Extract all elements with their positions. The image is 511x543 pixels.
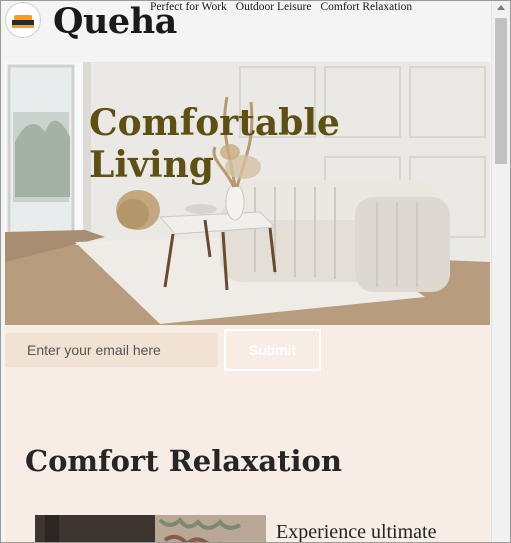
scroll-up-arrow-icon[interactable]	[497, 5, 505, 10]
vertical-scrollbar[interactable]	[491, 1, 510, 542]
feature-image	[35, 515, 266, 542]
hero-title-line2: Living	[89, 144, 214, 186]
sofa-base-shape	[12, 25, 34, 28]
nav-item-outdoor-leisure[interactable]: Outdoor Leisure	[236, 1, 312, 13]
hero-title: Comfortable Living	[89, 102, 389, 186]
hero-title-line1: Comfortable	[89, 102, 340, 144]
sofa-icon[interactable]	[5, 2, 41, 38]
email-input[interactable]	[5, 333, 218, 367]
bedroom-photo	[35, 515, 266, 542]
nav-item-perfect-for-work[interactable]: Perfect for Work	[150, 1, 227, 13]
site-header: Queha Perfect for Work Outdoor Leisure C…	[1, 1, 491, 59]
section-title: Comfort Relaxation	[25, 444, 342, 478]
nav-item-comfort-relaxation[interactable]: Comfort Relaxation	[320, 1, 412, 13]
signup-section: Submit Comfort Relaxation Experience ult…	[5, 325, 490, 543]
scrollbar-thumb[interactable]	[495, 18, 507, 164]
submit-button[interactable]: Submit	[224, 329, 321, 371]
browser-viewport: Queha Perfect for Work Outdoor Leisure C…	[0, 0, 511, 543]
hero-banner: Comfortable Living	[5, 62, 490, 325]
feature-text: Experience ultimate	[276, 521, 437, 543]
main-nav: Perfect for Work Outdoor Leisure Comfort…	[150, 1, 412, 13]
